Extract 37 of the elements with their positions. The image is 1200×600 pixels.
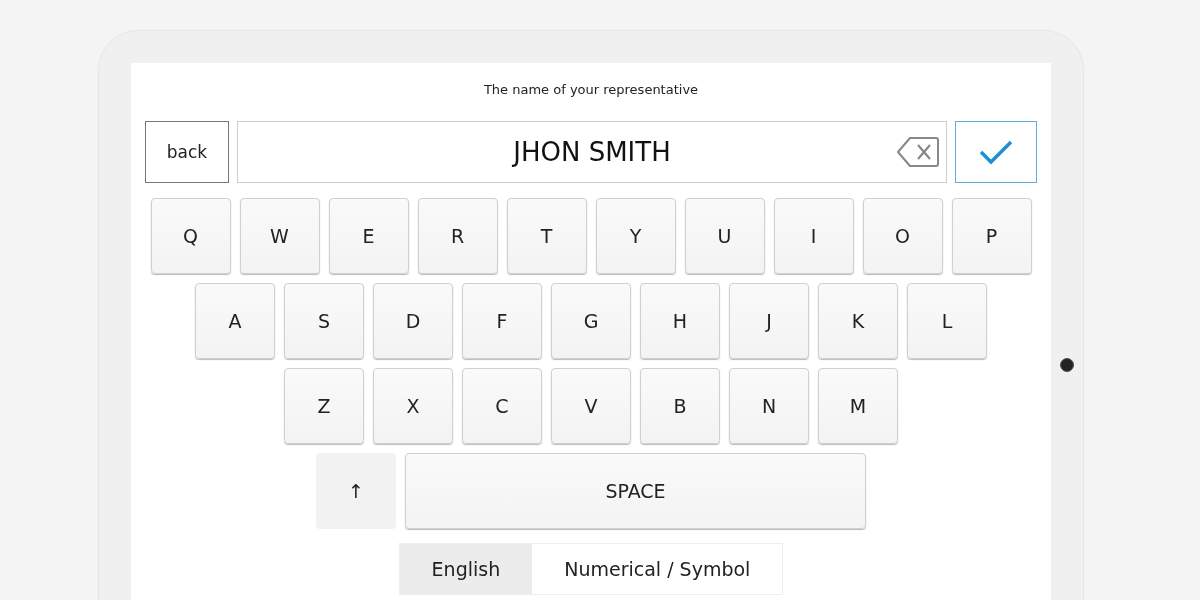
letter-key[interactable]: D	[373, 283, 453, 359]
letter-key[interactable]: A	[195, 283, 275, 359]
letter-key[interactable]: X	[373, 368, 453, 444]
letter-key[interactable]: L	[907, 283, 987, 359]
letter-key[interactable]: G	[551, 283, 631, 359]
letter-key[interactable]: E	[328, 198, 409, 274]
letter-key[interactable]: V	[551, 368, 631, 444]
confirm-button[interactable]	[955, 121, 1037, 183]
prompt-text: The name of your representative	[483, 81, 699, 99]
letter-key[interactable]: C	[462, 368, 542, 444]
letter-key[interactable]: S	[284, 283, 364, 359]
letter-key[interactable]: Y	[595, 198, 676, 274]
letter-key[interactable]: Q	[150, 198, 231, 274]
checkmark-icon	[979, 139, 1013, 165]
keyboard-layout-tab[interactable]: English	[399, 544, 533, 594]
back-button[interactable]: back	[145, 121, 229, 183]
letter-key[interactable]: J	[729, 283, 809, 359]
backspace-icon[interactable]	[896, 136, 940, 168]
letter-key[interactable]: W	[239, 198, 320, 274]
letter-key[interactable]: M	[818, 368, 898, 444]
letter-key[interactable]: K	[818, 283, 898, 359]
name-field[interactable]: JHON SMITH	[237, 121, 947, 183]
name-value: JHON SMITH	[513, 137, 671, 167]
letter-key[interactable]: F	[462, 283, 542, 359]
letter-key[interactable]: O	[862, 198, 943, 274]
shift-key[interactable]: ↑	[316, 453, 396, 529]
letter-key[interactable]: P	[951, 198, 1032, 274]
letter-key[interactable]: Z	[284, 368, 364, 444]
letter-key[interactable]: T	[506, 198, 587, 274]
space-key[interactable]: SPACE	[405, 453, 866, 529]
letter-key[interactable]: B	[640, 368, 720, 444]
letter-key[interactable]: H	[640, 283, 720, 359]
letter-key[interactable]: I	[773, 198, 854, 274]
letter-key[interactable]: R	[417, 198, 498, 274]
camera-dot	[1060, 358, 1074, 372]
letter-key[interactable]: U	[684, 198, 765, 274]
letter-key[interactable]: N	[729, 368, 809, 444]
